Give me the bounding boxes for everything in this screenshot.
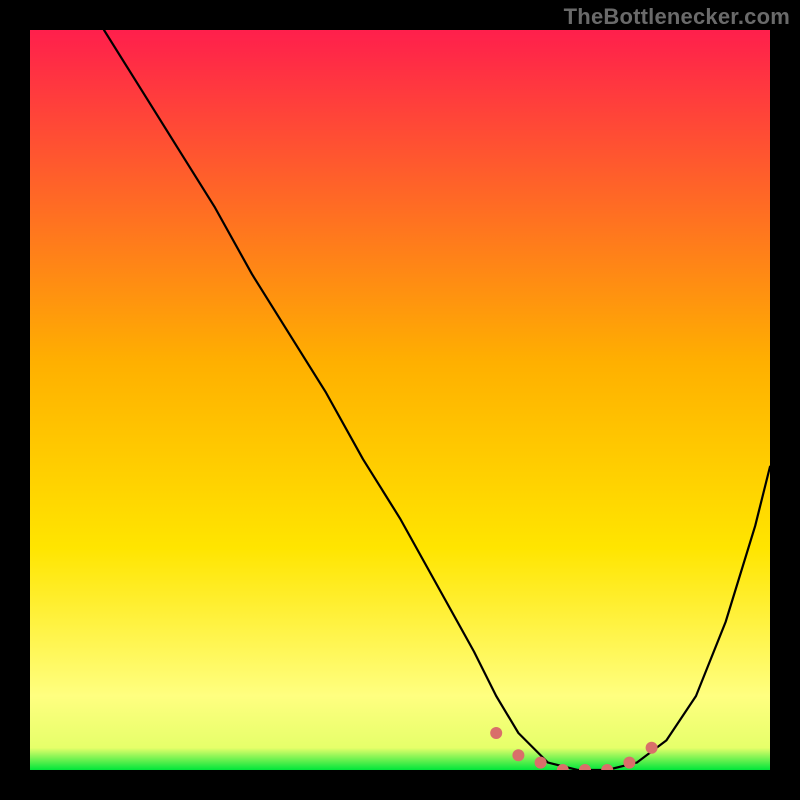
gradient-background (30, 30, 770, 770)
marker-dot (512, 749, 524, 761)
marker-dot (490, 727, 502, 739)
chart-stage: TheBottlenecker.com (0, 0, 800, 800)
marker-dot (623, 757, 635, 769)
marker-dot (535, 757, 547, 769)
watermark-text: TheBottlenecker.com (564, 4, 790, 30)
marker-dot (646, 742, 658, 754)
plot-svg (30, 30, 770, 770)
plot-area (30, 30, 770, 770)
